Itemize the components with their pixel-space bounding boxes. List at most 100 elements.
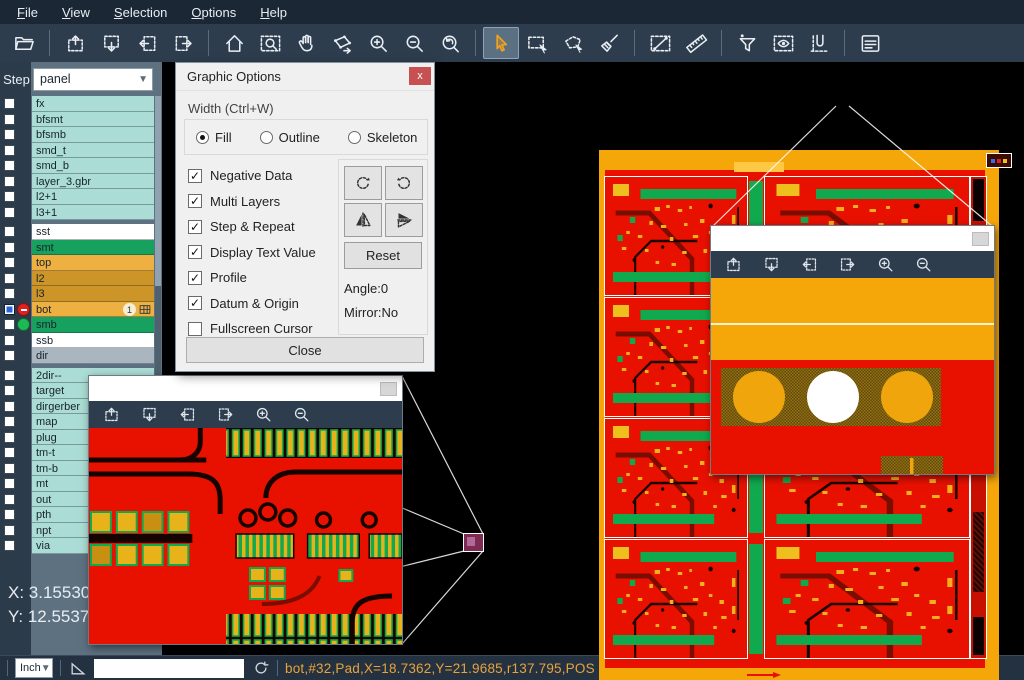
eye-preview-icon[interactable] — [765, 27, 801, 59]
layer-visibility-checkbox[interactable] — [4, 257, 15, 268]
layer-visibility-checkbox[interactable] — [4, 335, 15, 346]
layer-visibility-checkbox[interactable] — [4, 226, 15, 237]
menu-item-view[interactable]: View — [51, 2, 101, 23]
layer-visibility-checkbox[interactable] — [4, 525, 15, 536]
radio-outline[interactable]: Outline — [260, 130, 320, 145]
snap-magnet-icon[interactable] — [801, 27, 837, 59]
refresh-icon[interactable] — [252, 659, 270, 677]
layer-name-bot[interactable]: bot1 — [32, 302, 154, 318]
layer-name-smb[interactable]: smb — [32, 317, 154, 333]
measure-line-icon[interactable] — [642, 27, 678, 59]
select-cursor-icon[interactable] — [483, 27, 519, 59]
layer-name-bfsmb[interactable]: bfsmb — [32, 127, 154, 143]
layer-visibility-checkbox[interactable] — [4, 129, 15, 140]
menu-item-selection[interactable]: Selection — [103, 2, 178, 23]
magnifier-title-bar[interactable] — [711, 226, 994, 251]
hand-pan-icon[interactable] — [288, 27, 324, 59]
pan-down-icon[interactable] — [131, 402, 167, 428]
zoom-in-icon[interactable] — [867, 252, 903, 278]
pan-left-icon[interactable] — [169, 402, 205, 428]
filter-icon[interactable] — [729, 27, 765, 59]
menu-item-file[interactable]: File — [6, 2, 49, 23]
layer-name-layer_3.gbr[interactable]: layer_3.gbr — [32, 174, 154, 190]
checkbox-profile[interactable]: ✓Profile — [188, 265, 316, 291]
window-button[interactable] — [972, 232, 989, 246]
dialog-title-bar[interactable]: Graphic Options — [176, 63, 434, 91]
close-icon[interactable]: x — [409, 67, 431, 85]
layer-list-icon[interactable] — [852, 27, 888, 59]
rotate-ccw-button[interactable] — [385, 166, 423, 200]
layer-visibility-checkbox[interactable] — [4, 385, 15, 396]
layer-visibility-checkbox[interactable] — [4, 370, 15, 381]
layer-name-dir[interactable]: dir — [32, 348, 154, 364]
layer-visibility-checkbox[interactable] — [4, 160, 15, 171]
layer-visibility-checkbox[interactable] — [4, 401, 15, 412]
pan-left-icon[interactable] — [129, 27, 165, 59]
zoom-in-icon[interactable] — [360, 27, 396, 59]
layer-visibility-checkbox[interactable] — [4, 494, 15, 505]
layer-name-l3[interactable]: l3 — [32, 286, 154, 302]
layer-visibility-checkbox[interactable] — [4, 176, 15, 187]
layer-name-fx[interactable]: fx — [32, 96, 154, 112]
layer-name-top[interactable]: top — [32, 255, 154, 271]
checkbox-display-text-value[interactable]: ✓Display Text Value — [188, 240, 316, 266]
unit-select[interactable]: Inch▼ — [15, 658, 53, 678]
layer-visibility-checkbox[interactable] — [4, 207, 15, 218]
zoom-window-icon[interactable] — [252, 27, 288, 59]
pan-up-icon[interactable] — [57, 27, 93, 59]
layer-visibility-checkbox[interactable] — [4, 463, 15, 474]
layer-name-smt[interactable]: smt — [32, 240, 154, 256]
magnifier-view-fiducial[interactable] — [711, 278, 994, 474]
layer-name-bfsmt[interactable]: bfsmt — [32, 112, 154, 128]
window-button[interactable] — [380, 382, 397, 396]
zoom-previous-icon[interactable] — [432, 27, 468, 59]
magnifier-view-detail[interactable] — [89, 428, 402, 644]
zoom-out-icon[interactable] — [905, 252, 941, 278]
layer-visibility-checkbox[interactable] — [4, 540, 15, 551]
mirror-vertical-button[interactable] — [385, 203, 423, 237]
pan-right-icon[interactable] — [829, 252, 865, 278]
layer-name-l3+1[interactable]: l3+1 — [32, 205, 154, 221]
layer-visibility-checkbox[interactable] — [4, 145, 15, 156]
layer-name-sst[interactable]: sst — [32, 224, 154, 240]
zoom-out-icon[interactable] — [283, 402, 319, 428]
step-select[interactable]: panel▼ — [33, 68, 153, 91]
home-icon[interactable] — [216, 27, 252, 59]
close-button[interactable]: Close — [186, 337, 424, 363]
checkbox-step-repeat[interactable]: ✓Step & Repeat — [188, 214, 316, 240]
pan-left-icon[interactable] — [791, 252, 827, 278]
layer-visibility-checkbox[interactable] — [4, 416, 15, 427]
pan-right-icon[interactable] — [207, 402, 243, 428]
layer-visibility-checkbox[interactable] — [4, 98, 15, 109]
mirror-horizontal-button[interactable] — [344, 203, 382, 237]
layer-visibility-checkbox[interactable] — [4, 319, 15, 330]
layer-visibility-checkbox[interactable] — [4, 273, 15, 284]
checkbox-multi-layers[interactable]: ✓Multi Layers — [188, 189, 316, 215]
reset-button[interactable]: Reset — [344, 242, 422, 269]
layer-visibility-checkbox[interactable] — [4, 447, 15, 458]
ruler-icon[interactable] — [678, 27, 714, 59]
magnifier-title-bar[interactable] — [89, 376, 402, 401]
radio-skeleton[interactable]: Skeleton — [348, 130, 418, 145]
rect-select-icon[interactable] — [519, 27, 555, 59]
brush-clean-icon[interactable] — [591, 27, 627, 59]
layer-visibility-checkbox[interactable] — [4, 288, 15, 299]
pan-down-icon[interactable] — [93, 27, 129, 59]
layer-visibility-checkbox[interactable] — [4, 509, 15, 520]
layer-name-smd_b[interactable]: smd_b — [32, 158, 154, 174]
folder-open-icon[interactable] — [6, 27, 42, 59]
layer-visibility-checkbox[interactable] — [4, 242, 15, 253]
radio-fill[interactable]: Fill — [196, 130, 232, 145]
layer-visibility-checkbox[interactable] — [4, 191, 15, 202]
menu-item-help[interactable]: Help — [249, 2, 298, 23]
pan-down-icon[interactable] — [753, 252, 789, 278]
pan-right-icon[interactable] — [165, 27, 201, 59]
pan-up-icon[interactable] — [715, 252, 751, 278]
rotate-cw-button[interactable] — [344, 166, 382, 200]
zoom-in-icon[interactable] — [245, 402, 281, 428]
checkbox-negative-data[interactable]: ✓Negative Data — [188, 163, 316, 189]
layer-visibility-checkbox[interactable] — [4, 478, 15, 489]
layer-visibility-checkbox[interactable] — [4, 114, 15, 125]
checkbox-datum-origin[interactable]: ✓Datum & Origin — [188, 291, 316, 317]
layer-name-smd_t[interactable]: smd_t — [32, 143, 154, 159]
